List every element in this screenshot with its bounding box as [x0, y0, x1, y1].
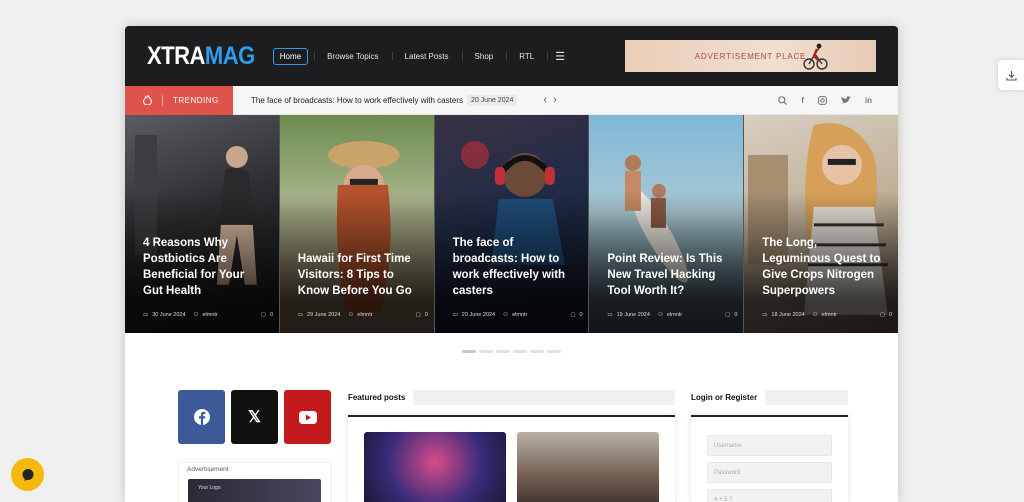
- ad-text: ADVERTISEMENT PLACE: [694, 51, 807, 61]
- site-logo[interactable]: XTRAMAG: [147, 43, 255, 68]
- slide-card[interactable]: The face of broadcasts: How to work effe…: [434, 115, 590, 333]
- advertisement-image[interactable]: Your Logo: [188, 479, 321, 502]
- ad-logo-text: Your Logo: [198, 485, 221, 491]
- nav-browse-topics[interactable]: Browse Topics: [314, 48, 391, 65]
- nav-home[interactable]: Home: [272, 47, 309, 65]
- download-button[interactable]: [998, 60, 1024, 90]
- login-heading: Login or Register: [691, 390, 848, 405]
- featured-panel: [348, 415, 675, 502]
- youtube-button[interactable]: [284, 390, 331, 444]
- twitter-icon[interactable]: [840, 96, 851, 104]
- trending-headline[interactable]: The face of broadcasts: How to work effe…: [251, 96, 463, 105]
- chat-button[interactable]: [11, 458, 44, 491]
- slide-meta: ▭ 19 June 2024 ⚇ elmntr ▢ 0: [607, 312, 738, 318]
- user-icon: ⚇: [657, 312, 663, 318]
- social-buttons: 𝕏: [178, 390, 331, 444]
- slider-dot[interactable]: [479, 349, 493, 353]
- header-advertisement[interactable]: ADVERTISEMENT PLACE: [625, 40, 876, 72]
- featured-slider: 4 Reasons Why Postbiotics Are Beneficial…: [125, 115, 898, 333]
- trending-tag: TRENDING: [125, 85, 233, 115]
- sidebar-advertisement: Advertisement Your Logo: [178, 462, 332, 502]
- slider-pagination: [125, 333, 898, 369]
- site-header: XTRAMAG Home Browse Topics Latest Posts …: [125, 26, 898, 86]
- user-icon: ⚇: [193, 312, 199, 318]
- comment-icon: ▢: [725, 312, 731, 318]
- trending-bar: TRENDING The face of broadcasts: How to …: [125, 85, 898, 115]
- x-icon: 𝕏: [248, 409, 261, 426]
- calendar-icon: ▭: [762, 312, 768, 318]
- search-icon[interactable]: [778, 95, 788, 105]
- calendar-icon: ▭: [452, 312, 458, 318]
- download-icon: [1005, 70, 1017, 81]
- nav-shop[interactable]: Shop: [461, 48, 507, 65]
- facebook-button[interactable]: [178, 390, 225, 444]
- slide-title[interactable]: The face of broadcasts: How to work effe…: [453, 235, 575, 299]
- trending-date: 20 June 2024: [466, 94, 518, 106]
- linkedin-icon[interactable]: in: [865, 96, 872, 105]
- fire-icon: [143, 95, 152, 105]
- slide-meta: ▭ 18 June 2024 ⚇ elmntr ▢ 0: [762, 312, 893, 318]
- comment-icon: ▢: [415, 312, 421, 318]
- chevron-left-icon[interactable]: ‹: [543, 94, 553, 106]
- slide-title[interactable]: 4 Reasons Why Postbiotics Are Beneficial…: [143, 235, 265, 299]
- slider-dot[interactable]: [462, 349, 476, 353]
- featured-heading: Featured posts: [348, 390, 675, 405]
- x-button[interactable]: 𝕏: [231, 390, 278, 444]
- facebook-icon[interactable]: f: [801, 96, 804, 105]
- youtube-icon: [298, 410, 317, 424]
- captcha-field[interactable]: 4 + 5 ?: [707, 489, 832, 502]
- instagram-icon[interactable]: [817, 95, 827, 105]
- calendar-icon: ▭: [297, 312, 303, 318]
- slide-meta: ▭ 20 June 2024 ⚇ elmntr ▢ 0: [452, 312, 583, 318]
- trending-arrows: ‹›: [543, 94, 562, 106]
- chat-bubble-icon: [22, 468, 33, 481]
- login-section: Login or Register Username Password 4 + …: [691, 390, 848, 502]
- trending-label: TRENDING: [173, 95, 219, 105]
- slider-dot[interactable]: [496, 349, 510, 353]
- nav-rtl[interactable]: RTL: [506, 48, 547, 65]
- header-social-icons: f in: [778, 96, 898, 105]
- slider-dot[interactable]: [513, 349, 527, 353]
- slide-card[interactable]: Point Review: Is This New Travel Hacking…: [589, 115, 745, 333]
- featured-posts-section: Featured posts: [348, 390, 675, 502]
- comment-icon: ▢: [260, 312, 266, 318]
- slide-card[interactable]: 4 Reasons Why Postbiotics Are Beneficial…: [125, 115, 280, 333]
- slide-meta: ▭ 29 June 2024 ⚇ elmntr ▢ 0: [297, 312, 428, 318]
- login-panel: Username Password 4 + 5 ?: [691, 415, 848, 502]
- slide-card[interactable]: Hawaii for First Time Visitors: 8 Tips t…: [279, 115, 435, 333]
- slider-dot[interactable]: [547, 349, 561, 353]
- user-icon: ⚇: [812, 312, 818, 318]
- username-field[interactable]: Username: [707, 435, 832, 456]
- facebook-icon: [193, 409, 210, 425]
- main-nav: Home Browse Topics Latest Posts Shop RTL…: [272, 47, 573, 65]
- comment-icon: ▢: [570, 312, 576, 318]
- nav-latest-posts[interactable]: Latest Posts: [391, 48, 462, 65]
- slide-title[interactable]: The Long, Leguminous Quest to Give Crops…: [762, 235, 884, 299]
- calendar-icon: ▭: [607, 312, 613, 318]
- advertisement-label: Advertisement: [187, 466, 229, 473]
- slide-title[interactable]: Hawaii for First Time Visitors: 8 Tips t…: [298, 251, 420, 299]
- slider-dot[interactable]: [530, 349, 544, 353]
- slide-title[interactable]: Point Review: Is This New Travel Hacking…: [607, 251, 729, 299]
- user-icon: ⚇: [503, 312, 509, 318]
- featured-image-friends[interactable]: [517, 432, 659, 502]
- calendar-icon: ▭: [143, 312, 149, 318]
- chevron-right-icon[interactable]: ›: [553, 94, 563, 106]
- featured-image-arcade[interactable]: [364, 432, 506, 502]
- slide-meta: ▭ 30 June 2024 ⚇ elmntr ▢ 0: [143, 312, 273, 318]
- cyclist-icon: [803, 43, 828, 70]
- user-icon: ⚇: [348, 312, 354, 318]
- comment-icon: ▢: [879, 312, 886, 318]
- slide-card[interactable]: The Long, Leguminous Quest to Give Crops…: [744, 115, 898, 333]
- hamburger-icon[interactable]: ☰: [547, 48, 573, 65]
- password-field[interactable]: Password: [707, 462, 832, 483]
